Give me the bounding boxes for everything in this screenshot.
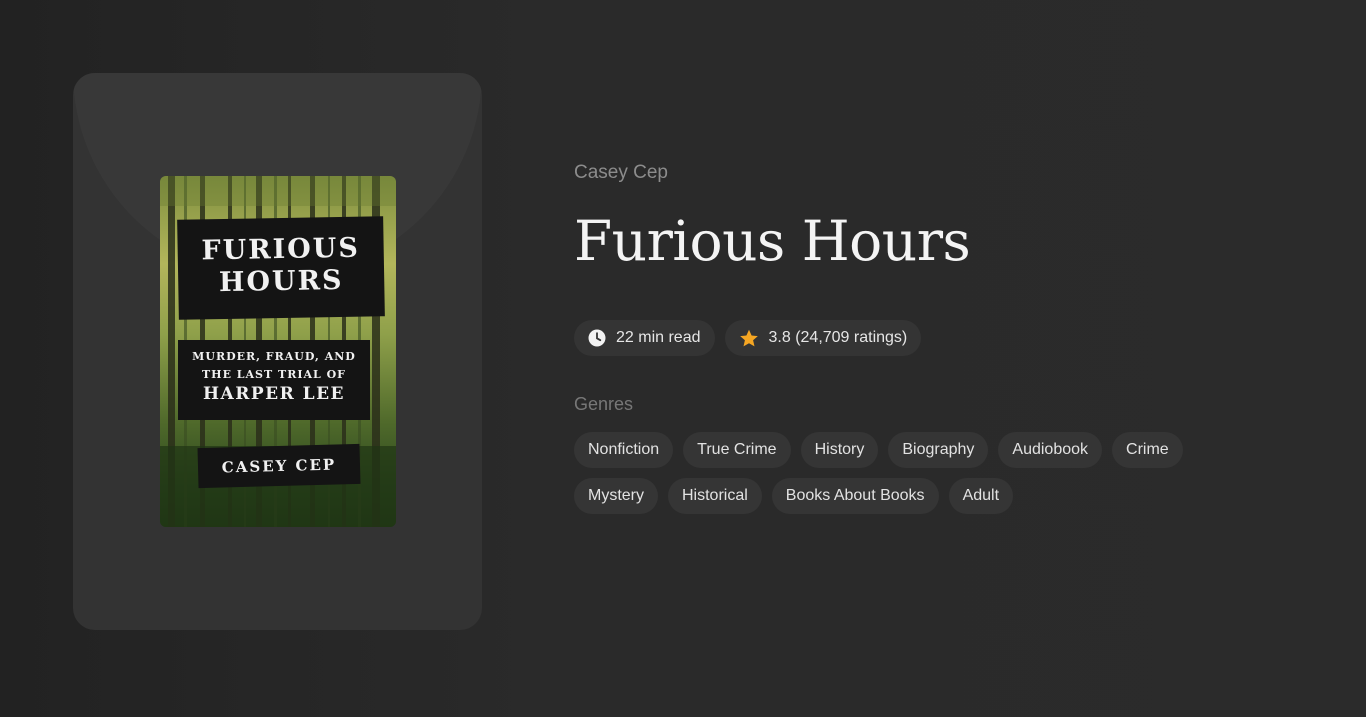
genre-chip-adult[interactable]: Adult — [948, 478, 1014, 514]
cover-subtitle-line-3: HARPER LEE — [202, 384, 346, 404]
author-name[interactable]: Casey Cep — [574, 160, 1334, 186]
book-cover: FURIOUS HOURS MURDER, FRAUD, AND THE LAS… — [160, 176, 396, 527]
rating-text: 3.8 (24,709 ratings) — [768, 329, 908, 346]
cover-title-line-2: HOURS — [218, 264, 344, 299]
clock-icon — [588, 329, 606, 347]
read-time-badge: 22 min read — [574, 320, 715, 356]
book-meta: 22 min read 3.8 (24,709 ratings) — [574, 320, 1334, 356]
cover-subtitle-line-2: THE LAST TRIAL OF — [202, 368, 346, 381]
cover-author-banner: CASEY CEP — [197, 443, 361, 489]
book-detail-page: FURIOUS HOURS MURDER, FRAUD, AND THE LAS… — [0, 0, 1366, 717]
cover-subtitle-banner: MURDER, FRAUD, AND THE LAST TRIAL OF HAR… — [178, 340, 370, 420]
cover-panel: FURIOUS HOURS MURDER, FRAUD, AND THE LAS… — [73, 73, 482, 630]
cover-title-banner: FURIOUS HOURS — [177, 216, 385, 320]
genre-chip-biography[interactable]: Biography — [888, 432, 989, 468]
star-icon — [739, 329, 758, 346]
book-title: Furious Hours — [574, 209, 971, 273]
genre-list: Nonfiction True Crime History Biography … — [574, 432, 1214, 514]
book-info: Casey Cep Furious Hours 22 min read 3.8 … — [574, 160, 1334, 514]
genre-chip-audiobook[interactable]: Audiobook — [998, 432, 1103, 468]
read-time-text: 22 min read — [616, 329, 701, 346]
genre-chip-nonfiction[interactable]: Nonfiction — [574, 432, 674, 468]
genre-chip-crime[interactable]: Crime — [1112, 432, 1183, 468]
genre-chip-books-about-books[interactable]: Books About Books — [771, 478, 939, 514]
cover-title-line-1: FURIOUS — [201, 232, 361, 267]
genre-chip-historical[interactable]: Historical — [668, 478, 762, 514]
genres-heading: Genres — [574, 394, 634, 414]
cover-subtitle-line-1: MURDER, FRAUD, AND — [192, 350, 356, 363]
genre-chip-mystery[interactable]: Mystery — [574, 478, 658, 514]
genre-chip-true-crime[interactable]: True Crime — [683, 432, 791, 468]
rating-badge: 3.8 (24,709 ratings) — [724, 320, 922, 356]
genre-chip-history[interactable]: History — [800, 432, 879, 468]
